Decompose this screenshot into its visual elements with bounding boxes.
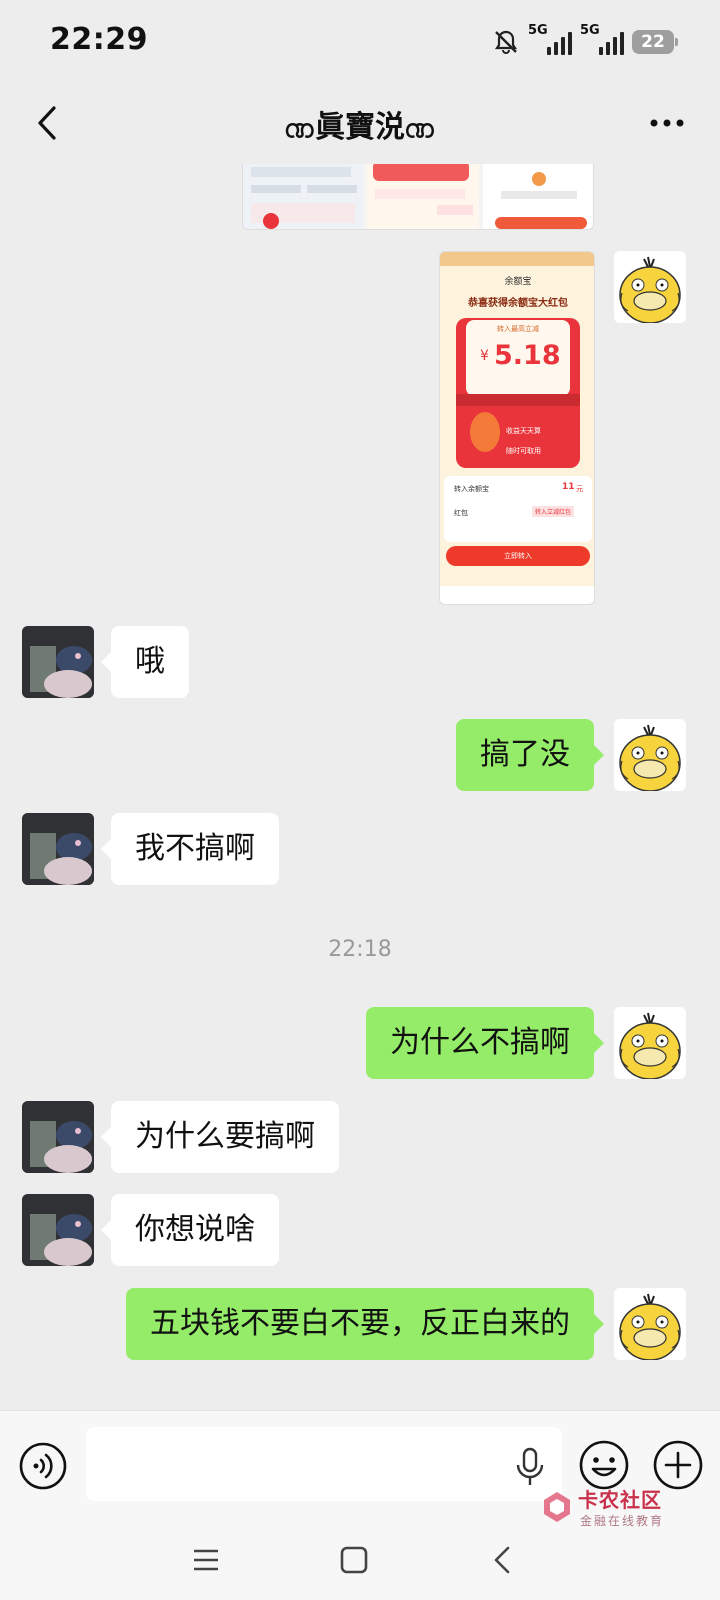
duck-avatar-icon — [614, 251, 686, 323]
message-input[interactable] — [86, 1427, 562, 1501]
watermark-subtitle: 金融在线教育 — [580, 1514, 665, 1528]
img-brand: 余额宝 — [504, 277, 532, 287]
my-avatar[interactable] — [614, 251, 686, 323]
system-back-button[interactable] — [472, 1538, 532, 1582]
img-row1-unit: 元 — [576, 485, 583, 493]
more-button[interactable] — [640, 98, 694, 148]
status-icons: 5G 5G 22 — [492, 23, 678, 60]
image-message[interactable]: 余额宝 恭喜获得余额宝大红包 转入最高立减 ¥ 5.18 收益天天算 随时可取用… — [439, 251, 595, 605]
img-row1-value: 11 — [562, 482, 575, 492]
my-avatar[interactable] — [614, 719, 686, 791]
status-bar: 22:29 5G 5G 22 — [0, 0, 720, 84]
time-separator: 22:18 — [328, 937, 392, 962]
red-packet-screenshot: 余额宝 恭喜获得余额宝大红包 转入最高立减 ¥ 5.18 收益天天算 随时可取用… — [440, 252, 594, 604]
signal-icon: 5G — [528, 23, 572, 57]
friend-avatar[interactable] — [22, 813, 94, 885]
my-avatar[interactable] — [614, 1007, 686, 1079]
img-benefit-1: 收益天天算 — [506, 427, 541, 435]
img-amount-symbol: ¥ — [480, 348, 489, 364]
message-bubble-outgoing[interactable]: 为什么不搞啊 — [366, 1007, 604, 1079]
message-bubble-incoming[interactable]: 为什么要搞啊 — [101, 1101, 339, 1173]
home-square-icon — [340, 1546, 368, 1574]
previous-image-thumbnail — [243, 164, 593, 229]
home-button[interactable] — [324, 1538, 384, 1582]
voice-button[interactable] — [18, 1441, 68, 1491]
friend-avatar[interactable] — [22, 1101, 94, 1173]
network-label-2: 5G — [580, 23, 600, 38]
img-tag: 转入最高立减 — [497, 325, 539, 333]
img-row2-value: 转入立减红包 — [532, 506, 575, 517]
mic-button[interactable] — [512, 1447, 548, 1487]
back-arrow-icon — [494, 1546, 510, 1574]
duck-avatar-icon — [614, 1007, 686, 1079]
message-bubble-outgoing[interactable]: 搞了没 — [456, 719, 604, 791]
watermark-title: 卡农社区 — [578, 1488, 662, 1512]
more-dots-icon — [650, 119, 684, 127]
mic-icon — [516, 1447, 544, 1485]
signal-icon: 5G — [580, 23, 624, 57]
battery-icon: 22 — [632, 30, 678, 54]
message-bubble-incoming[interactable]: 哦 — [101, 626, 189, 698]
img-headline: 恭喜获得余额宝大红包 — [468, 298, 568, 309]
duck-avatar-icon — [614, 719, 686, 791]
previous-image-message[interactable] — [242, 164, 594, 230]
chat-area[interactable]: 余额宝 恭喜获得余额宝大红包 转入最高立减 ¥ 5.18 收益天天算 随时可取用… — [0, 164, 720, 1410]
duck-avatar-icon — [614, 1288, 686, 1360]
message-bubble-outgoing[interactable]: 五块钱不要白不要，反正白来的 — [126, 1288, 604, 1360]
img-row1-label: 转入余额宝 — [454, 485, 489, 493]
menu-lines-icon — [194, 1549, 218, 1571]
friend-avatar-photo — [22, 1194, 94, 1266]
watermark: 卡农社区 金融在线教育 — [540, 1484, 710, 1540]
img-row2-label: 红包 — [454, 509, 468, 517]
friend-avatar[interactable] — [22, 626, 94, 698]
img-amount: 5.18 — [494, 340, 561, 371]
mute-bell-icon — [494, 30, 518, 54]
network-label-1: 5G — [528, 23, 548, 38]
img-benefit-2: 随时可取用 — [506, 447, 541, 455]
friend-avatar[interactable] — [22, 1194, 94, 1266]
friend-avatar-photo — [22, 626, 94, 698]
my-avatar[interactable] — [614, 1288, 686, 1360]
friend-avatar-photo — [22, 813, 94, 885]
message-bubble-incoming[interactable]: 我不搞啊 — [101, 813, 279, 885]
status-time: 22:29 — [50, 22, 148, 57]
img-cta: 立即转入 — [446, 546, 590, 566]
message-bubble-incoming[interactable]: 你想说啥 — [101, 1194, 279, 1266]
voice-icon — [19, 1442, 67, 1490]
chat-title: ဏ眞寶涚ဏ — [284, 110, 436, 145]
friend-avatar-photo — [22, 1101, 94, 1173]
chat-header: ဏ眞寶涚ဏ — [0, 84, 720, 164]
watermark-logo-icon — [544, 1492, 570, 1522]
recent-apps-button[interactable] — [176, 1538, 236, 1582]
